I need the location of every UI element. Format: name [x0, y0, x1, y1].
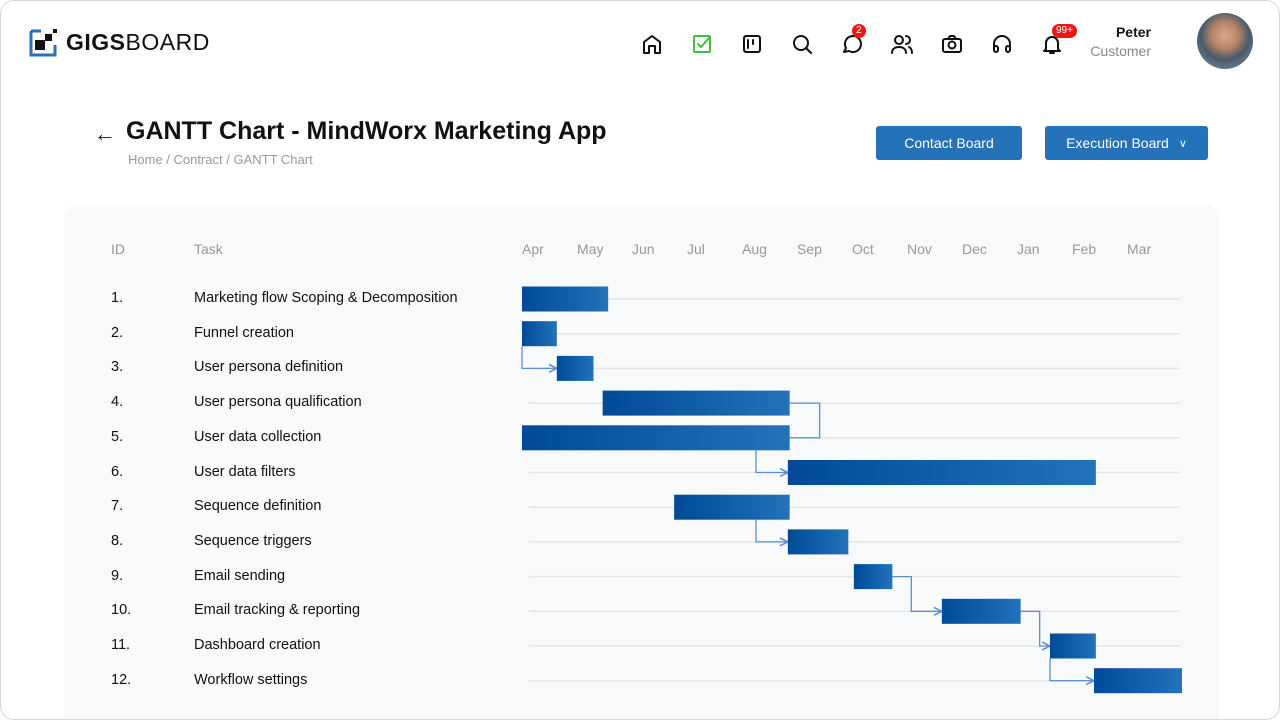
dependency-connector: [521, 346, 557, 368]
task-bar[interactable]: [602, 390, 790, 416]
app-window: GIGSBOARD 2 99+ Peter Customer ← GANTT Ch…: [0, 0, 1280, 720]
month-tick-label: Feb: [1072, 241, 1096, 257]
task-bar[interactable]: [787, 460, 1096, 485]
task-bar[interactable]: [522, 425, 790, 451]
month-tick-label: Jul: [687, 241, 705, 257]
task-bar[interactable]: [1094, 668, 1182, 694]
month-tick-label: May: [577, 241, 603, 257]
task-bar[interactable]: [853, 564, 893, 590]
task-bar[interactable]: [522, 321, 557, 347]
task-bar[interactable]: [787, 529, 849, 555]
dependency-connector: [1049, 658, 1094, 681]
task-bar[interactable]: [674, 494, 790, 520]
month-tick-label: Sep: [797, 241, 822, 257]
task-bar[interactable]: [941, 598, 1021, 624]
month-tick-label: Oct: [852, 241, 874, 257]
task-bar[interactable]: [1050, 633, 1096, 659]
month-tick-label: Mar: [1127, 241, 1151, 257]
month-tick-label: Apr: [522, 241, 544, 257]
dependency-connector: [1020, 610, 1050, 646]
dependency-connector: [789, 402, 821, 439]
gantt-chart: Apr May Jun Jul Aug Sep Oct Nov Dec Jan Feb Mar: [521, 241, 1182, 694]
month-tick-label: Jun: [632, 241, 655, 257]
dependency-connector: [892, 575, 942, 612]
month-tick-label: Nov: [907, 241, 932, 257]
month-tick-label: Dec: [962, 241, 987, 257]
dependency-connector: [755, 519, 788, 542]
month-tick-label: Aug: [742, 241, 767, 257]
task-bar[interactable]: [556, 355, 594, 381]
dependency-connector: [755, 450, 788, 472]
task-bar[interactable]: [522, 286, 609, 312]
month-tick-label: Jan: [1017, 241, 1040, 257]
